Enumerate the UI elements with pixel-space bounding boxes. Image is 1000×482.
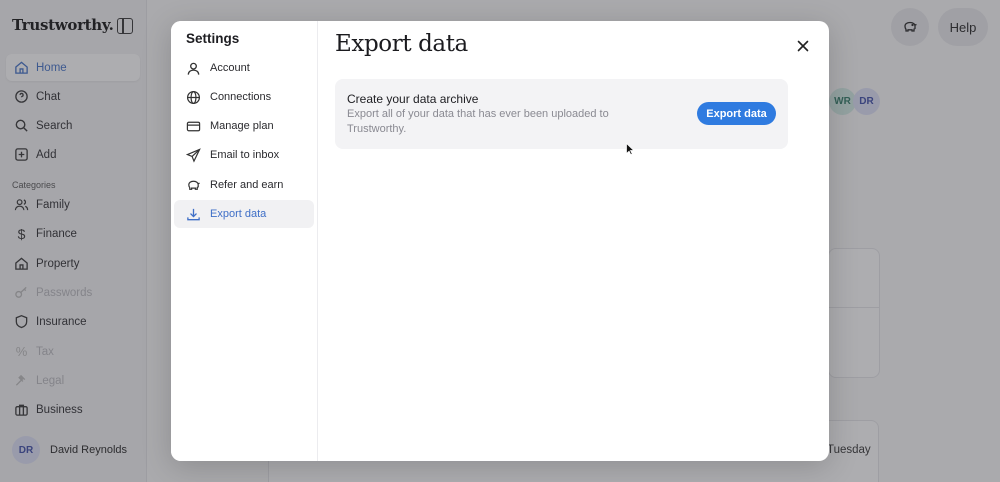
settings-item-connections[interactable]: Connections: [174, 83, 314, 111]
settings-item-label: Connections: [210, 91, 272, 103]
settings-sidebar: Settings Account Connections Manage plan…: [171, 21, 318, 461]
settings-item-export-data[interactable]: Export data: [174, 200, 314, 228]
download-icon: [186, 207, 201, 222]
archive-description: Export all of your data that has ever be…: [347, 108, 609, 135]
close-icon: [797, 40, 809, 52]
settings-modal: Settings Account Connections Manage plan…: [171, 21, 829, 461]
settings-item-label: Export data: [210, 208, 267, 220]
export-data-button[interactable]: Export data: [697, 102, 776, 125]
person-icon: [186, 61, 201, 76]
settings-item-account[interactable]: Account: [174, 54, 314, 82]
send-icon: [186, 147, 201, 163]
settings-item-label: Account: [210, 62, 250, 74]
piggy-bank-icon: [186, 178, 201, 193]
close-button[interactable]: [793, 36, 813, 56]
credit-card-icon: [186, 119, 201, 134]
settings-title: Settings: [186, 31, 240, 46]
settings-item-label: Refer and earn: [210, 179, 284, 191]
settings-item-email-to-inbox[interactable]: Email to inbox: [174, 141, 314, 169]
settings-item-label: Manage plan: [210, 120, 274, 132]
mouse-cursor-icon: [626, 143, 634, 155]
settings-item-label: Email to inbox: [210, 149, 280, 161]
globe-icon: [186, 90, 201, 105]
archive-title: Create your data archive: [347, 92, 479, 106]
page-title: Export data: [335, 31, 468, 57]
data-archive-card: Create your data archive Export all of y…: [335, 79, 788, 149]
settings-item-refer-and-earn[interactable]: Refer and earn: [174, 171, 314, 199]
settings-item-manage-plan[interactable]: Manage plan: [174, 112, 314, 140]
